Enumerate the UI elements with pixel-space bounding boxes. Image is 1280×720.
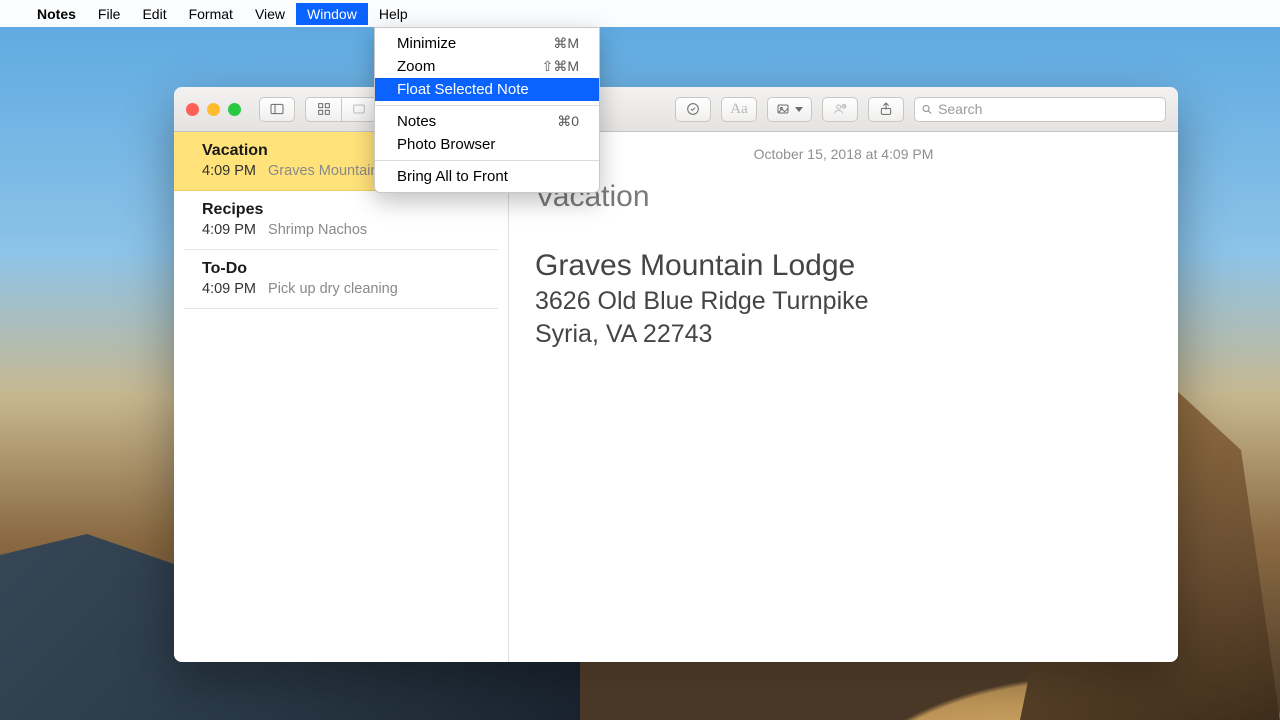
- note-item-time: 4:09 PM: [202, 222, 256, 238]
- menu-bring-all-to-front[interactable]: Bring All to Front: [375, 165, 599, 188]
- menu-item-shortcut: ⌘M: [553, 35, 579, 52]
- menu-item-shortcut: ⇧⌘M: [542, 58, 579, 75]
- note-item-title: Recipes: [202, 201, 480, 219]
- menu-item-shortcut: ⌘0: [557, 113, 579, 130]
- note-item-title: To-Do: [202, 260, 480, 278]
- note-line: Syria, VA 22743: [535, 318, 1152, 351]
- search-field[interactable]: [914, 97, 1166, 122]
- list-view-button[interactable]: [305, 97, 341, 122]
- window-body: Vacation 4:09 PM Graves Mountain Lodge R…: [174, 132, 1178, 662]
- note-item-meta: 4:09 PM Pick up dry cleaning: [202, 281, 480, 297]
- checklist-button[interactable]: [675, 97, 711, 122]
- traffic-lights: [186, 103, 241, 116]
- note-item-meta: 4:09 PM Shrimp Nachos: [202, 222, 480, 238]
- attachments-view-button[interactable]: [341, 97, 377, 122]
- toggle-sidebar-button[interactable]: [259, 97, 295, 122]
- notes-list[interactable]: Vacation 4:09 PM Graves Mountain Lodge R…: [174, 132, 509, 662]
- note-list-item[interactable]: Recipes 4:09 PM Shrimp Nachos: [184, 191, 498, 250]
- search-input[interactable]: [938, 101, 1159, 117]
- menu-item-label: Zoom: [397, 58, 435, 75]
- note-list-item[interactable]: To-Do 4:09 PM Pick up dry cleaning: [184, 250, 498, 309]
- window-menu-dropdown: Minimize ⌘M Zoom ⇧⌘M Float Selected Note…: [374, 27, 600, 193]
- menubar: Notes File Edit Format View Window Help: [0, 0, 1280, 27]
- menu-item-label: Bring All to Front: [397, 168, 508, 185]
- zoom-button[interactable]: [228, 103, 241, 116]
- menu-item-label: Notes: [397, 113, 436, 130]
- note-editor[interactable]: October 15, 2018 at 4:09 PM Vacation Gra…: [509, 132, 1178, 662]
- photo-icon: [776, 101, 792, 117]
- note-date: October 15, 2018 at 4:09 PM: [535, 146, 1152, 162]
- checklist-icon: [685, 101, 701, 117]
- note-item-time: 4:09 PM: [202, 163, 256, 179]
- share-icon: [878, 101, 894, 117]
- attachment-icon: [351, 101, 367, 117]
- share-button[interactable]: [868, 97, 904, 122]
- menubar-edit[interactable]: Edit: [131, 3, 177, 25]
- note-item-time: 4:09 PM: [202, 281, 256, 297]
- minimize-button[interactable]: [207, 103, 220, 116]
- menu-item-label: Photo Browser: [397, 136, 495, 153]
- format-icon: Aa: [730, 101, 748, 118]
- menu-notes-window[interactable]: Notes ⌘0: [375, 110, 599, 133]
- sidebar-icon: [269, 101, 285, 117]
- menubar-app[interactable]: Notes: [26, 3, 87, 25]
- note-body[interactable]: Graves Mountain Lodge 3626 Old Blue Ridg…: [535, 246, 1152, 350]
- note-item-preview: Shrimp Nachos: [268, 222, 367, 238]
- menu-item-label: Minimize: [397, 35, 456, 52]
- chevron-down-icon: [795, 107, 803, 112]
- note-line: 3626 Old Blue Ridge Turnpike: [535, 285, 1152, 318]
- desktop: Notes File Edit Format View Window Help …: [0, 0, 1280, 720]
- menu-float-selected-note[interactable]: Float Selected Note: [375, 78, 599, 101]
- menu-separator: [375, 160, 599, 161]
- menubar-view[interactable]: View: [244, 3, 296, 25]
- menu-zoom[interactable]: Zoom ⇧⌘M: [375, 55, 599, 78]
- format-button[interactable]: Aa: [721, 97, 757, 122]
- close-button[interactable]: [186, 103, 199, 116]
- menu-item-label: Float Selected Note: [397, 81, 529, 98]
- grid-icon: [316, 101, 332, 117]
- view-mode-group: [305, 97, 377, 122]
- window-titlebar[interactable]: Aa: [174, 87, 1178, 132]
- menu-photo-browser[interactable]: Photo Browser: [375, 133, 599, 156]
- add-people-button[interactable]: [822, 97, 858, 122]
- note-item-preview: Pick up dry cleaning: [268, 281, 398, 297]
- note-line: Graves Mountain Lodge: [535, 246, 1152, 285]
- menubar-window[interactable]: Window: [296, 3, 368, 25]
- notes-window: Aa Vacation 4:09 PM: [174, 87, 1178, 662]
- menu-separator: [375, 105, 599, 106]
- menubar-help[interactable]: Help: [368, 3, 419, 25]
- person-add-icon: [832, 101, 848, 117]
- menubar-file[interactable]: File: [87, 3, 132, 25]
- search-icon: [921, 103, 933, 116]
- note-title[interactable]: Vacation: [535, 180, 1152, 214]
- menu-minimize[interactable]: Minimize ⌘M: [375, 32, 599, 55]
- add-media-button[interactable]: [767, 97, 812, 122]
- menubar-format[interactable]: Format: [178, 3, 244, 25]
